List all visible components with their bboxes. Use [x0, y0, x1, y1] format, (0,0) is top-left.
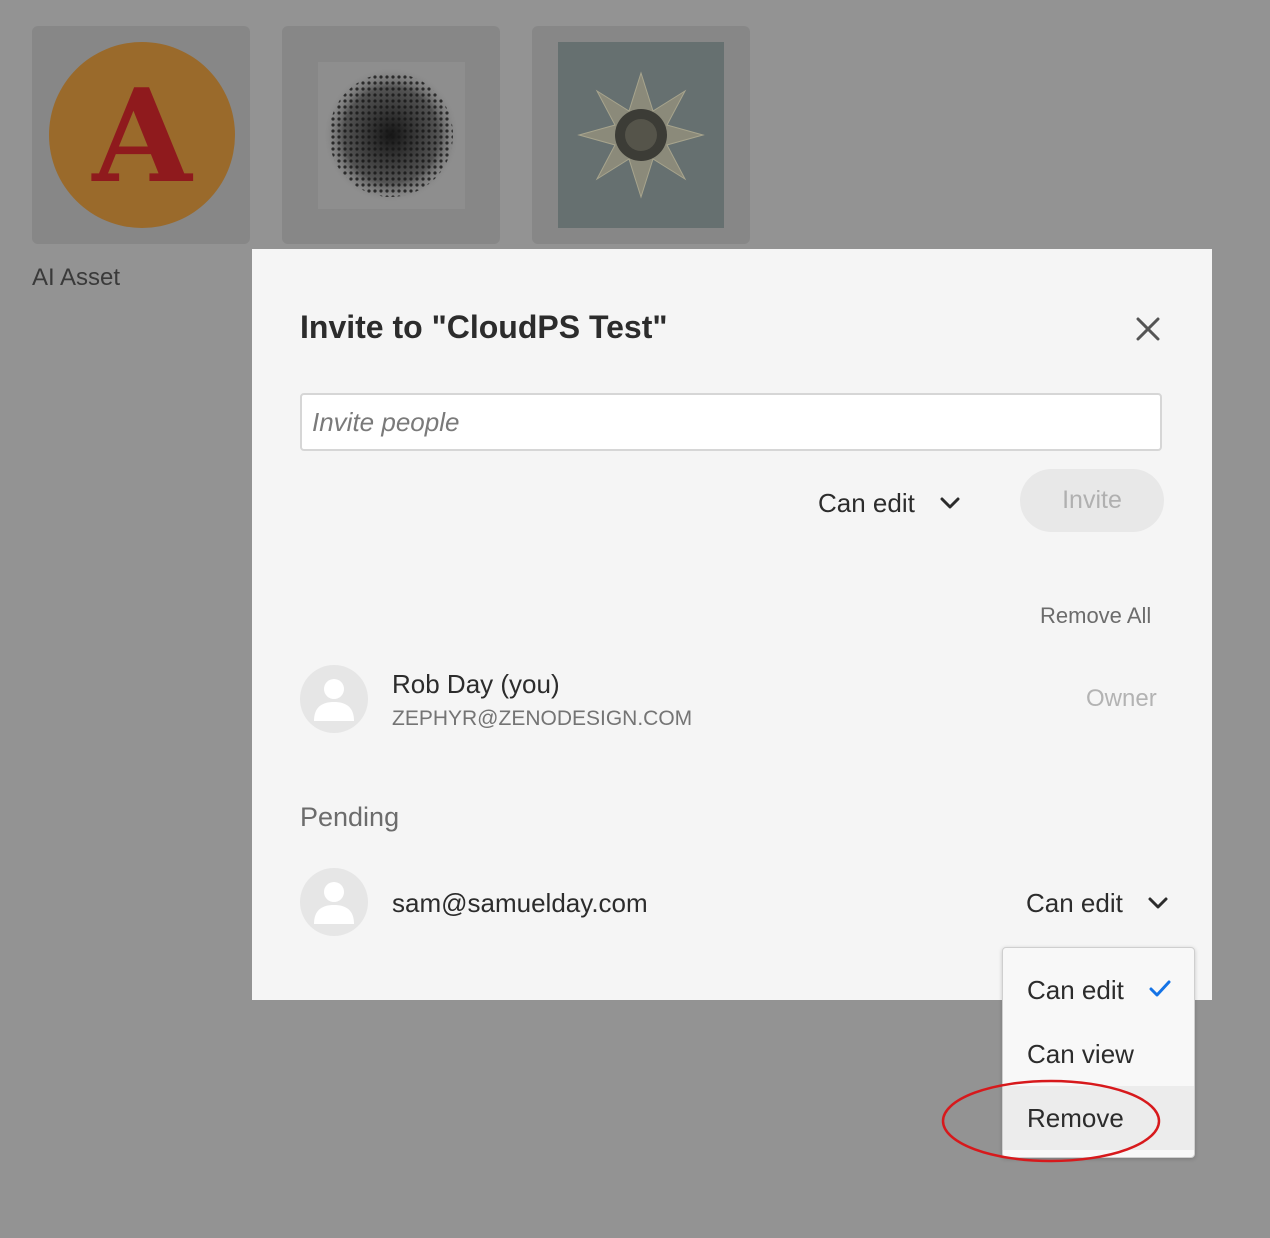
user-icon: [314, 679, 354, 721]
menu-item-can-edit[interactable]: Can edit: [1003, 958, 1194, 1022]
pending-user-email: sam@samuelday.com: [392, 888, 648, 918]
avatar: [300, 665, 368, 733]
pending-permission-select[interactable]: Can edit: [1026, 883, 1169, 923]
remove-all-link[interactable]: Remove All: [1040, 603, 1151, 629]
close-icon: [1136, 317, 1160, 341]
owner-email: ZEPHYR@ZENODESIGN.COM: [392, 707, 693, 730]
menu-item-can-view[interactable]: Can view: [1003, 1022, 1194, 1086]
asset-tile-2[interactable]: [282, 26, 500, 244]
asset-name: AI Asset: [32, 264, 121, 291]
invite-dialog: Invite to "CloudPS Test" Can edit Invite…: [252, 249, 1212, 1000]
permission-select[interactable]: Can edit: [818, 483, 961, 523]
asset-thumbnail: [318, 62, 465, 209]
user-icon: [314, 882, 354, 924]
invite-people-input[interactable]: [300, 393, 1162, 451]
menu-item-label: Can view: [1027, 1038, 1134, 1069]
checkmark-icon: [1149, 980, 1171, 997]
dialog-title: Invite to "CloudPS Test": [300, 309, 668, 345]
chevron-down-icon: [1148, 897, 1168, 909]
ai-logo-icon: A: [49, 42, 235, 228]
asset-tile-ai[interactable]: A: [32, 26, 250, 244]
close-button[interactable]: [1130, 311, 1166, 347]
menu-item-label: Remove: [1027, 1102, 1124, 1133]
pending-section-label: Pending: [300, 802, 400, 832]
invite-button[interactable]: Invite: [1020, 469, 1164, 532]
owner-role: Owner: [1086, 685, 1157, 712]
logo-letter: A: [92, 62, 192, 212]
permission-select-label: Can edit: [818, 487, 915, 518]
pending-permission-label: Can edit: [1026, 887, 1123, 918]
asset-tile-3[interactable]: [532, 26, 750, 244]
menu-item-remove[interactable]: Remove: [1003, 1086, 1194, 1150]
permission-menu: Can edit Can view Remove: [1002, 947, 1195, 1158]
asset-thumbnail: [558, 42, 724, 228]
avatar: [300, 868, 368, 936]
menu-item-label: Can edit: [1027, 974, 1124, 1005]
owner-name: Rob Day (you): [392, 669, 560, 699]
chevron-down-icon: [940, 497, 960, 509]
